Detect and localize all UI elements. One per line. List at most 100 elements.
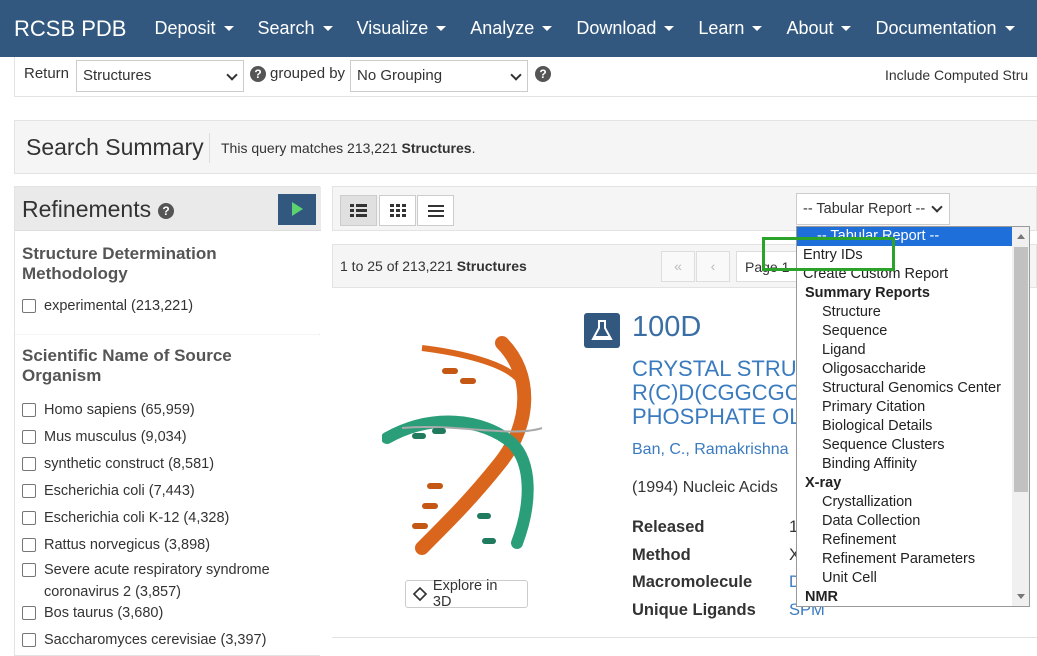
nav-download-label: Download — [576, 18, 657, 38]
query-match-text: This query matches 213,221 Structures. — [221, 140, 475, 156]
facet-option[interactable]: synthetic construct (8,581) — [22, 453, 312, 475]
facet-option-label: Rattus norvegicus (3,898) — [44, 537, 211, 553]
dropdown-option[interactable]: Structural Genomics Center — [797, 379, 1013, 398]
chevron-down-icon — [226, 69, 238, 81]
facet-option[interactable]: Escherichia coli (7,443) — [22, 480, 312, 502]
hamburger-list-icon — [428, 205, 444, 217]
nav-deposit[interactable]: Deposit — [142, 18, 245, 39]
facet-option[interactable]: Rattus norvegicus (3,898) — [22, 534, 312, 556]
refinements-panel: Refinements ? Structure Determination Me… — [14, 186, 321, 656]
flask-icon — [584, 313, 620, 348]
nav-documentation-label: Documentation — [875, 18, 997, 38]
facet-option[interactable]: experimental (213,221) — [22, 295, 312, 317]
checkbox[interactable] — [22, 538, 36, 552]
nav-search-label: Search — [257, 18, 315, 38]
detailed-view-button[interactable] — [340, 195, 377, 226]
molecule-thumbnail[interactable] — [382, 333, 562, 568]
facet-option-label: Mus musculus (9,034) — [44, 429, 187, 445]
nav-about-label: About — [786, 18, 834, 38]
facet-option[interactable]: Severe acute respiratory syndrome corona… — [22, 559, 282, 603]
compact-view-button[interactable] — [417, 195, 454, 226]
nav-analyze[interactable]: Analyze — [458, 18, 564, 39]
caret-down-icon — [322, 26, 333, 31]
nav-documentation[interactable]: Documentation — [863, 18, 1026, 39]
checkbox[interactable] — [22, 457, 36, 471]
caret-down-icon — [542, 26, 553, 31]
checkbox[interactable] — [22, 511, 36, 525]
grouped-by-select[interactable]: No Grouping — [350, 60, 528, 92]
scrollbar-thumb[interactable] — [1014, 247, 1028, 492]
checkbox[interactable] — [22, 430, 36, 444]
nav-about[interactable]: About — [774, 18, 863, 39]
dropdown-scrollbar[interactable] — [1012, 227, 1029, 606]
facet-source-organism: Scientific Name of Source Organism Homo … — [15, 335, 321, 655]
return-label: Return — [24, 65, 70, 82]
grouped-by-select-value: No Grouping — [357, 67, 443, 84]
checkbox[interactable] — [22, 633, 36, 647]
apply-refinements-button[interactable] — [278, 194, 316, 225]
result-count-bold: Structures — [456, 258, 527, 274]
facet-option[interactable]: Saccharomyces cerevisiae (3,397) — [22, 629, 312, 651]
gallery-view-button[interactable] — [379, 195, 416, 226]
caret-down-icon — [664, 26, 675, 31]
dropdown-option[interactable]: Biological Details — [797, 417, 1013, 436]
nav-careers[interactable]: Ca — [1027, 18, 1037, 39]
explore-in-3d-button[interactable]: Explore in 3D — [405, 578, 528, 610]
facet-option[interactable]: Mus musculus (9,034) — [22, 426, 312, 448]
dropdown-option[interactable]: Sequence Clusters — [797, 436, 1013, 455]
dropdown-option[interactable]: Binding Affinity — [797, 455, 1013, 474]
result-count-text: 1 to 25 of 213,221 Structures — [340, 258, 527, 274]
query-match-prefix: This query matches 213,221 — [221, 140, 402, 156]
dropdown-option[interactable]: Sequence — [797, 322, 1013, 341]
checkbox[interactable] — [22, 484, 36, 498]
nav-deposit-label: Deposit — [154, 18, 216, 38]
authors-link[interactable]: Ban, C., Ramakrishna — [632, 441, 789, 459]
previous-page-button[interactable]: ‹ — [696, 251, 730, 282]
dropdown-option[interactable]: Unit Cell — [797, 569, 1013, 588]
facet-title: Scientific Name of Source Organism — [22, 346, 232, 385]
dropdown-option[interactable]: Refinement — [797, 531, 1013, 550]
query-match-suffix: . — [471, 140, 476, 156]
help-icon[interactable]: ? — [158, 203, 174, 219]
caret-down-icon — [436, 26, 447, 31]
dropdown-option[interactable]: Crystallization — [797, 493, 1013, 512]
dropdown-option[interactable]: Primary Citation — [797, 398, 1013, 417]
checkbox[interactable] — [22, 606, 36, 620]
dropdown-option[interactable]: Structure — [797, 303, 1013, 322]
checkbox[interactable] — [22, 299, 36, 313]
scroll-down-icon[interactable] — [1017, 594, 1025, 599]
result-count-prefix: 1 to 25 of 213,221 — [340, 258, 457, 274]
refinements-title: Refinements — [22, 196, 152, 222]
divider — [209, 133, 210, 163]
scroll-up-icon[interactable] — [1017, 234, 1025, 239]
chevron-down-icon — [931, 201, 943, 213]
include-computed-label[interactable]: Include Computed Stru — [885, 67, 1028, 83]
dropdown-option[interactable]: Ligand — [797, 341, 1013, 360]
pdb-id-link[interactable]: 100D — [632, 311, 701, 344]
facet-option[interactable]: Homo sapiens (65,959) — [22, 399, 312, 421]
nav-search[interactable]: Search — [246, 18, 345, 39]
checkbox[interactable] — [22, 563, 36, 577]
caret-down-icon — [223, 26, 234, 31]
dropdown-option[interactable]: Refinement Parameters — [797, 550, 1013, 569]
refinements-header: Refinements ? — [15, 187, 321, 231]
facet-option[interactable]: Bos taurus (3,680) — [22, 602, 312, 624]
help-icon[interactable]: ? — [535, 66, 551, 82]
grouped-by-label: grouped by — [270, 65, 346, 82]
facet-option[interactable]: Escherichia coli K-12 (4,328) — [22, 507, 312, 529]
flask-glyph — [591, 320, 613, 340]
nav-download[interactable]: Download — [564, 18, 686, 39]
first-page-button[interactable]: « — [661, 251, 695, 282]
dropdown-option[interactable]: Oligosaccharide — [797, 360, 1013, 379]
facet-title: Structure Determination Methodology — [22, 244, 217, 283]
help-icon[interactable]: ? — [250, 66, 266, 82]
return-select[interactable]: Structures — [76, 60, 244, 92]
nav-learn[interactable]: Learn — [686, 18, 774, 39]
brand-logo[interactable]: RCSB PDB — [14, 16, 126, 42]
explore-label: Explore in 3D — [432, 578, 498, 610]
meta-key: Macromolecule — [632, 573, 753, 591]
dropdown-option[interactable]: Data Collection — [797, 512, 1013, 531]
tabular-report-select[interactable]: -- Tabular Report -- — [796, 193, 950, 225]
nav-visualize[interactable]: Visualize — [345, 18, 459, 39]
checkbox[interactable] — [22, 403, 36, 417]
